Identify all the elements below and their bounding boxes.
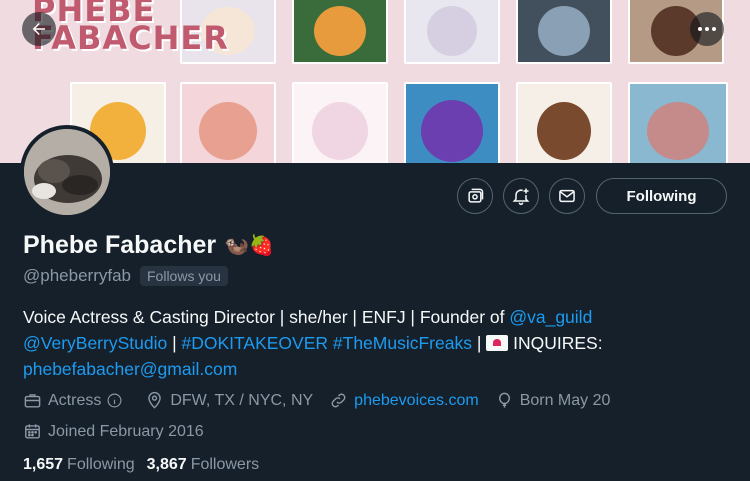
back-arrow-icon [32, 23, 45, 35]
banner-art-tile [516, 82, 612, 163]
meta-birthday: Born May 20 [495, 391, 611, 410]
meta-website[interactable]: phebevoices.com [329, 391, 479, 410]
profile-banner[interactable]: PHEBE FABACHER [0, 0, 750, 163]
envelope-icon [559, 189, 575, 203]
display-name: Phebe Fabacher [23, 231, 217, 259]
avatar-image [24, 129, 110, 215]
handle-row: @pheberryfab Follows you [23, 266, 228, 286]
meta-website-link[interactable]: phebevoices.com [354, 392, 479, 410]
following-count: 1,657 [23, 456, 64, 473]
banner-art-tile [292, 0, 388, 64]
name-emoji: 🦦🍓 [224, 235, 274, 257]
bio-link-va-guild[interactable]: @va_guild [509, 307, 592, 327]
view-subscriptions-button[interactable] [457, 178, 493, 214]
follow-stats: 1,657 Following 3,867 Followers [23, 456, 271, 474]
meta-category: Actress [23, 391, 129, 410]
following-stat-label: Following [67, 456, 135, 473]
bio-link-email[interactable]: phebefabacher@gmail.com [23, 359, 237, 379]
bio-text: Voice Actress & Casting Director | she/h… [23, 307, 510, 327]
meta-birthday-label: Born May 20 [519, 391, 611, 409]
notifications-button[interactable] [503, 178, 539, 214]
more-dot-icon [712, 27, 716, 31]
followers-stat[interactable]: 3,867 Followers [147, 456, 260, 474]
balloon-icon [498, 392, 510, 408]
followers-stat-label: Followers [190, 456, 260, 473]
meta-location: DFW, TX / NYC, NY [145, 391, 313, 410]
bio-separator: | [167, 333, 182, 353]
bio-link-veryberrystudio[interactable]: @VeryBerryStudio [23, 333, 167, 353]
briefcase-icon [24, 394, 41, 408]
banner-art-tile [180, 82, 276, 163]
back-button[interactable] [22, 12, 56, 46]
bio-hashtag-dokitakeover[interactable]: #DOKITAKEOVER [182, 333, 329, 353]
banner-art-tile [292, 82, 388, 163]
following-stat[interactable]: 1,657 Following [23, 456, 135, 474]
meta-joined: Joined February 2016 [23, 422, 204, 441]
followers-count: 3,867 [146, 456, 187, 473]
avatar[interactable] [20, 125, 114, 219]
meta-joined-label: Joined February 2016 [48, 422, 204, 440]
banner-logo-line2: FABACHER [32, 19, 229, 57]
banner-art-tile [404, 0, 500, 64]
link-icon [331, 393, 346, 408]
profile-bio: Voice Actress & Casting Director | she/h… [23, 304, 738, 382]
name-row: Phebe Fabacher 🦦🍓 [23, 231, 274, 260]
info-icon[interactable] [106, 392, 123, 409]
message-button[interactable] [549, 178, 585, 214]
follows-you-badge: Follows you [140, 266, 228, 286]
calendar-icon [25, 424, 40, 439]
love-letter-icon [486, 335, 509, 351]
bio-hashtag-themusicfreaks[interactable]: #TheMusicFreaks [333, 333, 472, 353]
following-button[interactable]: Following [596, 178, 727, 214]
more-dot-icon [698, 27, 702, 31]
banner-art-tile [628, 82, 728, 163]
bell-plus-icon [512, 188, 530, 206]
bio-separator: | [471, 333, 487, 353]
more-dot-icon [705, 27, 709, 31]
banner-art-tile [404, 82, 500, 163]
meta-location-label: DFW, TX / NYC, NY [170, 391, 314, 409]
media-gallery-icon [468, 188, 484, 203]
banner-logo: PHEBE FABACHER [32, 0, 229, 57]
bio-text-inquires: INQUIRES: [508, 333, 603, 353]
location-pin-icon [148, 391, 162, 409]
banner-art-tile [516, 0, 612, 64]
meta-category-label: Actress [48, 391, 102, 409]
more-options-button[interactable] [690, 12, 724, 46]
profile-meta-row: Actress DFW, TX / NYC, NY phebevoices.co… [23, 391, 626, 410]
user-handle: @pheberryfab [23, 266, 131, 285]
profile-joined-row: Joined February 2016 [23, 422, 220, 441]
